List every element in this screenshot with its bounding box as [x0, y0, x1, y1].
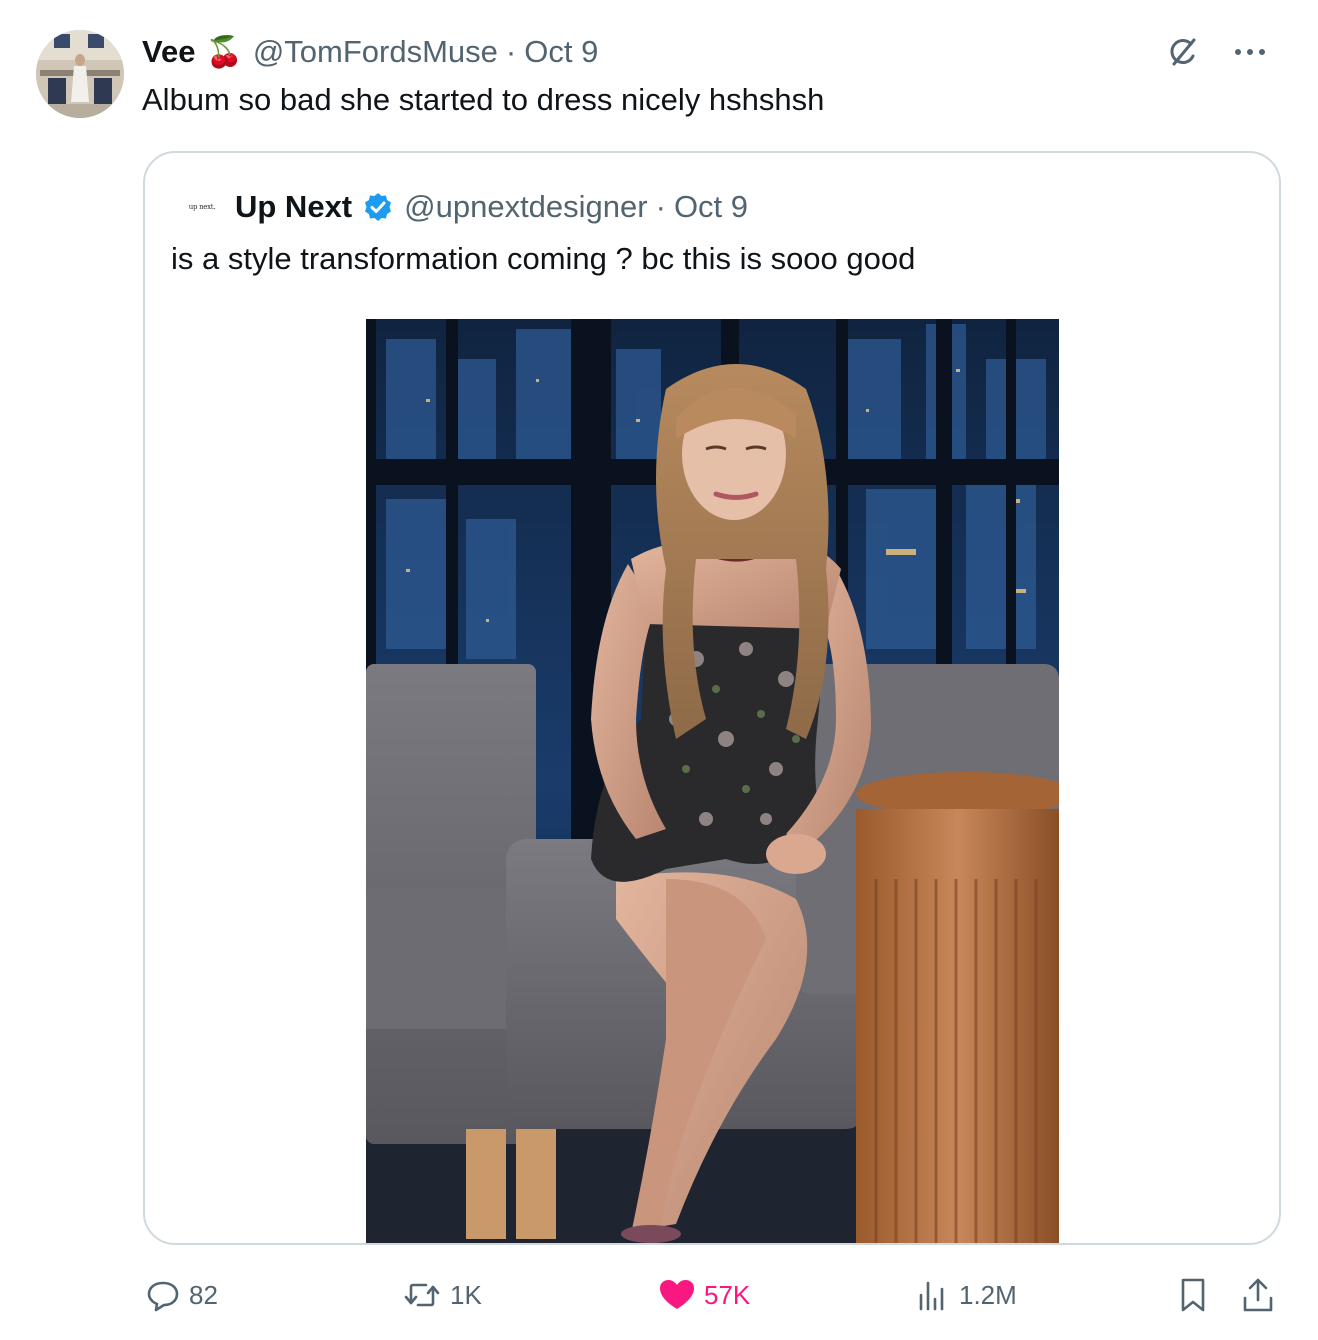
more-icon[interactable]: [1232, 46, 1268, 58]
avatar[interactable]: [36, 30, 124, 118]
views-count: 1.2M: [959, 1279, 1017, 1310]
tweet-date[interactable]: Oct 9: [524, 34, 598, 70]
reply-count: 82: [189, 1279, 218, 1310]
tweet-header: Vee 🍒 @TomFordsMuse · Oct 9: [142, 32, 598, 72]
views-icon: [915, 1277, 951, 1313]
reply-button[interactable]: 82: [145, 1272, 218, 1318]
reply-icon: [145, 1277, 181, 1313]
quoted-avatar[interactable]: up next.: [179, 192, 225, 222]
views-button[interactable]: 1.2M: [915, 1272, 1017, 1318]
author-emoji: 🍒: [205, 35, 243, 69]
author-handle[interactable]: @TomFordsMuse: [253, 34, 498, 70]
separator-dot: ·: [505, 34, 517, 69]
tweet-actions: 82 1K 57K 1.2M: [0, 1272, 1318, 1318]
quoted-text: is a style transformation coming ? bc th…: [171, 241, 916, 276]
repost-icon: [402, 1277, 442, 1313]
quoted-date[interactable]: Oct 9: [674, 189, 748, 225]
bookmark-button[interactable]: [1176, 1272, 1210, 1318]
repost-count: 1K: [450, 1279, 482, 1310]
like-count: 57K: [704, 1279, 751, 1310]
quoted-tweet[interactable]: up next. Up Next @upnextdesigner · Oct 9…: [143, 151, 1281, 1245]
tweet: Vee 🍒 @TomFordsMuse · Oct 9 Album so bad…: [0, 0, 1318, 1340]
like-button[interactable]: 57K: [658, 1272, 750, 1318]
quoted-author-name[interactable]: Up Next: [235, 189, 352, 225]
share-icon: [1240, 1276, 1276, 1314]
quoted-separator-dot: ·: [655, 189, 666, 224]
quoted-author-handle[interactable]: @upnextdesigner: [404, 189, 647, 225]
bookmark-icon: [1176, 1276, 1210, 1314]
quoted-header: up next. Up Next @upnextdesigner · Oct 9: [179, 187, 748, 227]
repost-button[interactable]: 1K: [402, 1272, 482, 1318]
author-name[interactable]: Vee: [142, 34, 195, 70]
verified-badge-icon: [362, 191, 394, 223]
tweet-text: Album so bad she started to dress nicely…: [142, 82, 825, 117]
heart-icon: [658, 1277, 696, 1313]
tweet-top-actions: [1164, 32, 1268, 72]
share-button[interactable]: [1240, 1272, 1276, 1318]
quoted-photo[interactable]: [366, 319, 1059, 1243]
grok-icon[interactable]: [1164, 32, 1204, 72]
